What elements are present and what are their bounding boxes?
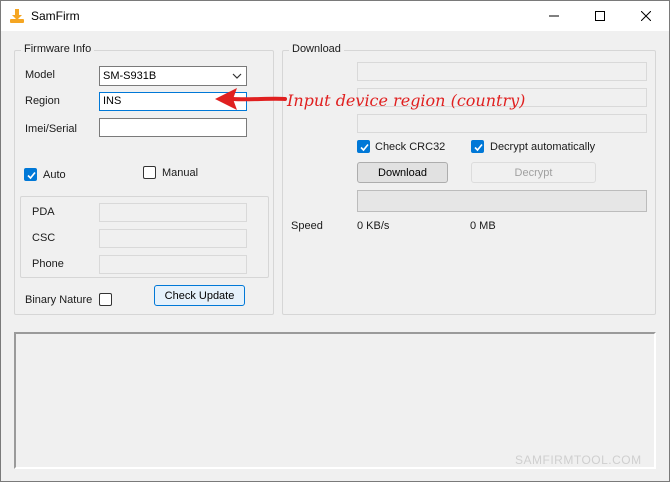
- speed-value: 0 KB/s: [357, 220, 390, 232]
- download-progress-bar: [357, 190, 647, 212]
- auto-label: Auto: [43, 169, 66, 181]
- checkmark-icon: [27, 171, 36, 180]
- download-field-1: [357, 62, 647, 81]
- checkmark-icon: [474, 143, 483, 152]
- red-arrow-icon: [215, 88, 287, 110]
- binary-nature-checkbox[interactable]: [99, 293, 112, 306]
- watermark: SAMFIRMTOOL.COM: [515, 453, 642, 467]
- decrypt-auto-label: Decrypt automatically: [490, 141, 596, 153]
- pda-label: PDA: [32, 206, 55, 218]
- title-bar: SamFirm: [1, 1, 669, 31]
- minimize-button[interactable]: [531, 1, 577, 31]
- manual-checkbox[interactable]: [143, 166, 156, 179]
- annotation-text: Input device region (country): [287, 91, 526, 110]
- checkmark-icon: [360, 143, 369, 152]
- close-icon: [641, 11, 651, 21]
- model-label: Model: [25, 69, 55, 81]
- auto-checkbox[interactable]: [24, 168, 37, 181]
- chevron-down-icon: [232, 71, 242, 81]
- region-label: Region: [25, 95, 60, 107]
- model-value: SM-S931B: [103, 70, 157, 82]
- download-field-3: [357, 114, 647, 133]
- download-arrow-icon: [9, 8, 25, 24]
- window-title: SamFirm: [31, 9, 80, 23]
- imei-input[interactable]: [99, 118, 247, 137]
- pda-input: [99, 203, 247, 222]
- samfirm-window: SamFirm Firmware Info Model SM-S931B Reg…: [0, 0, 670, 482]
- check-crc32-checkbox[interactable]: [357, 140, 370, 153]
- firmware-info-legend: Firmware Info: [21, 43, 95, 55]
- csc-input: [99, 229, 247, 248]
- imei-label: Imei/Serial: [25, 123, 77, 135]
- maximize-button[interactable]: [577, 1, 623, 31]
- decrypt-button: Decrypt: [471, 162, 596, 183]
- download-button[interactable]: Download: [357, 162, 448, 183]
- speed-label: Speed: [291, 220, 323, 232]
- phone-input: [99, 255, 247, 274]
- log-textbox[interactable]: [14, 332, 656, 469]
- binary-nature-label: Binary Nature: [25, 294, 93, 306]
- check-crc32-label: Check CRC32: [375, 141, 446, 153]
- download-legend: Download: [289, 43, 344, 55]
- phone-label: Phone: [32, 258, 64, 270]
- maximize-icon: [595, 11, 605, 21]
- minimize-icon: [549, 15, 559, 17]
- size-value: 0 MB: [470, 220, 496, 232]
- csc-label: CSC: [32, 232, 56, 244]
- manual-label: Manual: [162, 167, 199, 179]
- close-button[interactable]: [623, 1, 669, 31]
- decrypt-auto-checkbox[interactable]: [471, 140, 484, 153]
- model-combobox[interactable]: SM-S931B: [99, 66, 247, 86]
- check-update-button[interactable]: Check Update: [154, 285, 245, 306]
